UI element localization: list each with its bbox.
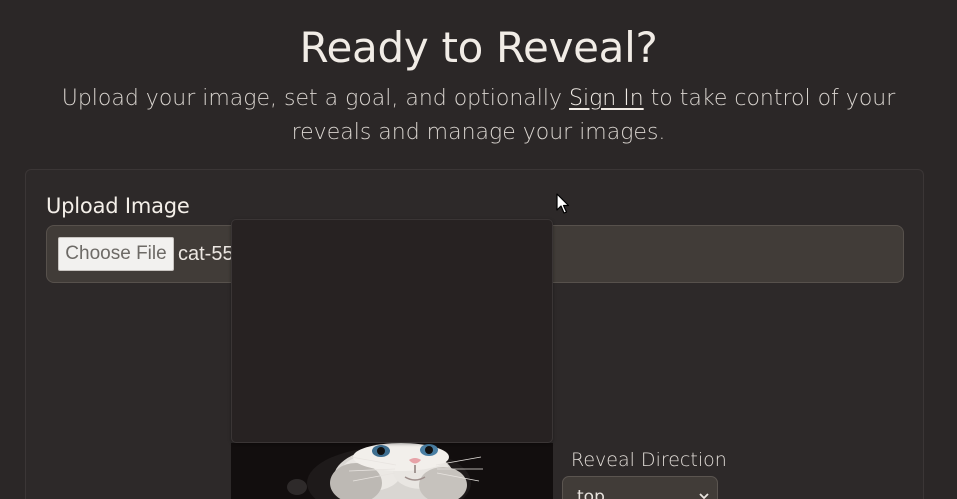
reveal-direction-select[interactable]: top [562,476,718,499]
page: Ready to Reveal? Upload your image, set … [0,0,957,499]
reveal-direction-label: Reveal Direction [571,449,727,471]
page-title: Ready to Reveal? [299,23,658,72]
mouse-pointer-icon [556,193,570,214]
upload-image-label: Upload Image [46,194,190,218]
cat-image [231,443,553,499]
image-preview [231,443,553,499]
reveal-direction-value: top [577,487,605,499]
subtitle-text-start: Upload your image, set a goal, and optio… [61,86,563,111]
reveal-mask-overlay[interactable] [231,219,553,443]
selected-file-name: cat-55 [178,243,234,265]
chevron-down-icon [699,493,709,499]
sign-in-link[interactable]: Sign In [569,86,644,111]
page-subtitle: Upload your image, set a goal, and optio… [20,82,937,150]
choose-file-button[interactable]: Choose File [58,237,174,271]
